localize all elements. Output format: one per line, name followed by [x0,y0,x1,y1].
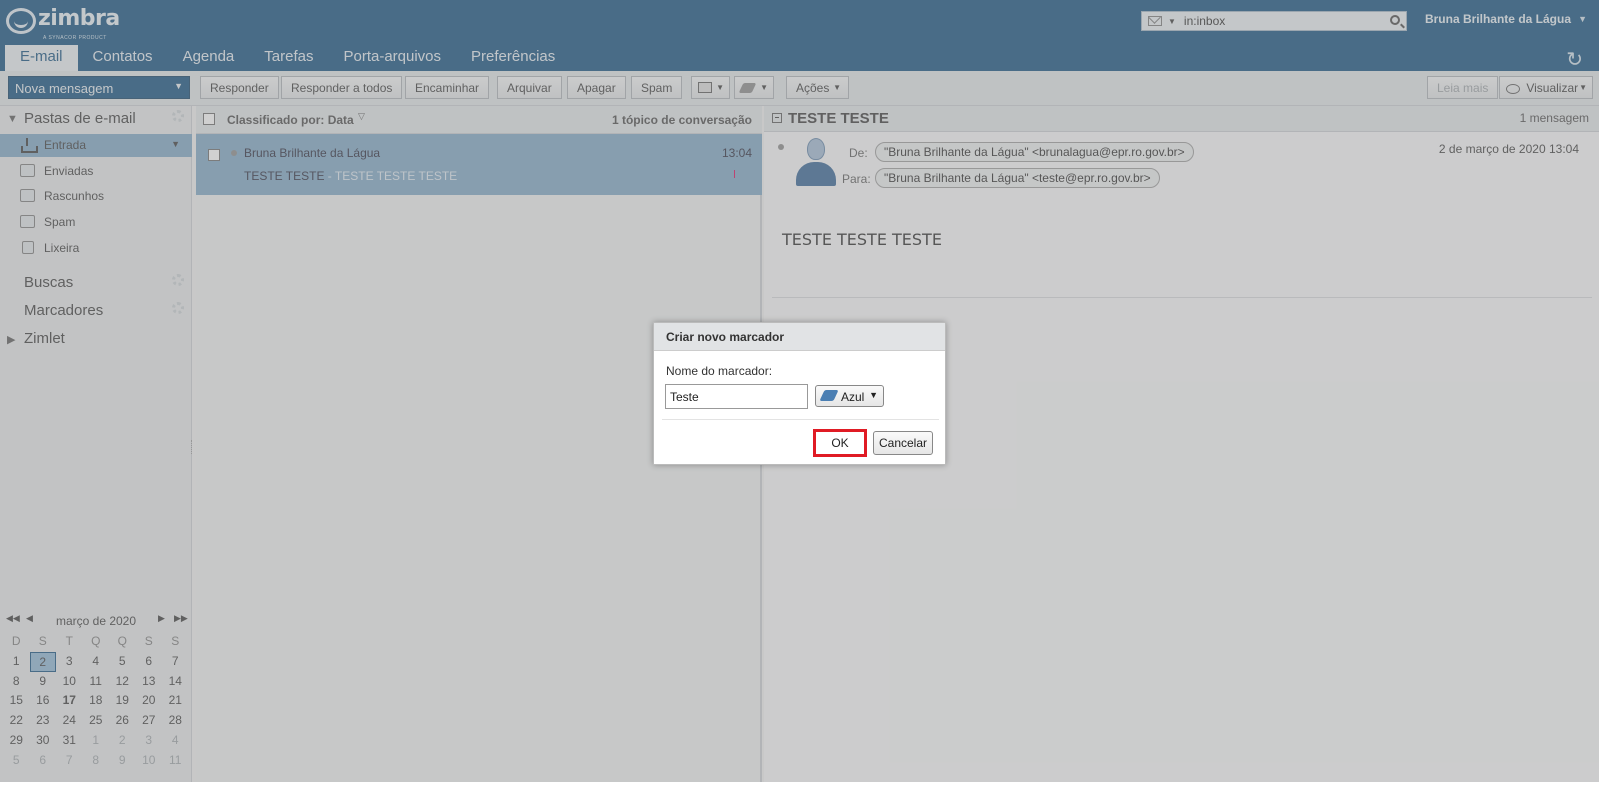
tag-icon [819,390,839,401]
ok-button[interactable]: OK [813,429,867,457]
status-strip [0,782,1599,789]
tag-name-input[interactable] [665,384,808,409]
tag-color-label: Azul [841,390,865,404]
ok-label: OK [831,436,849,450]
dialog-title[interactable]: Criar novo marcador [654,323,945,351]
tag-color-select[interactable]: Azul ▼ [815,385,884,407]
cancel-button[interactable]: Cancelar [873,431,933,455]
create-tag-dialog: Criar novo marcador Nome do marcador: Az… [653,322,946,465]
chevron-down-icon: ▼ [869,390,878,400]
tag-name-label: Nome do marcador: [666,364,773,378]
divider [662,419,939,420]
